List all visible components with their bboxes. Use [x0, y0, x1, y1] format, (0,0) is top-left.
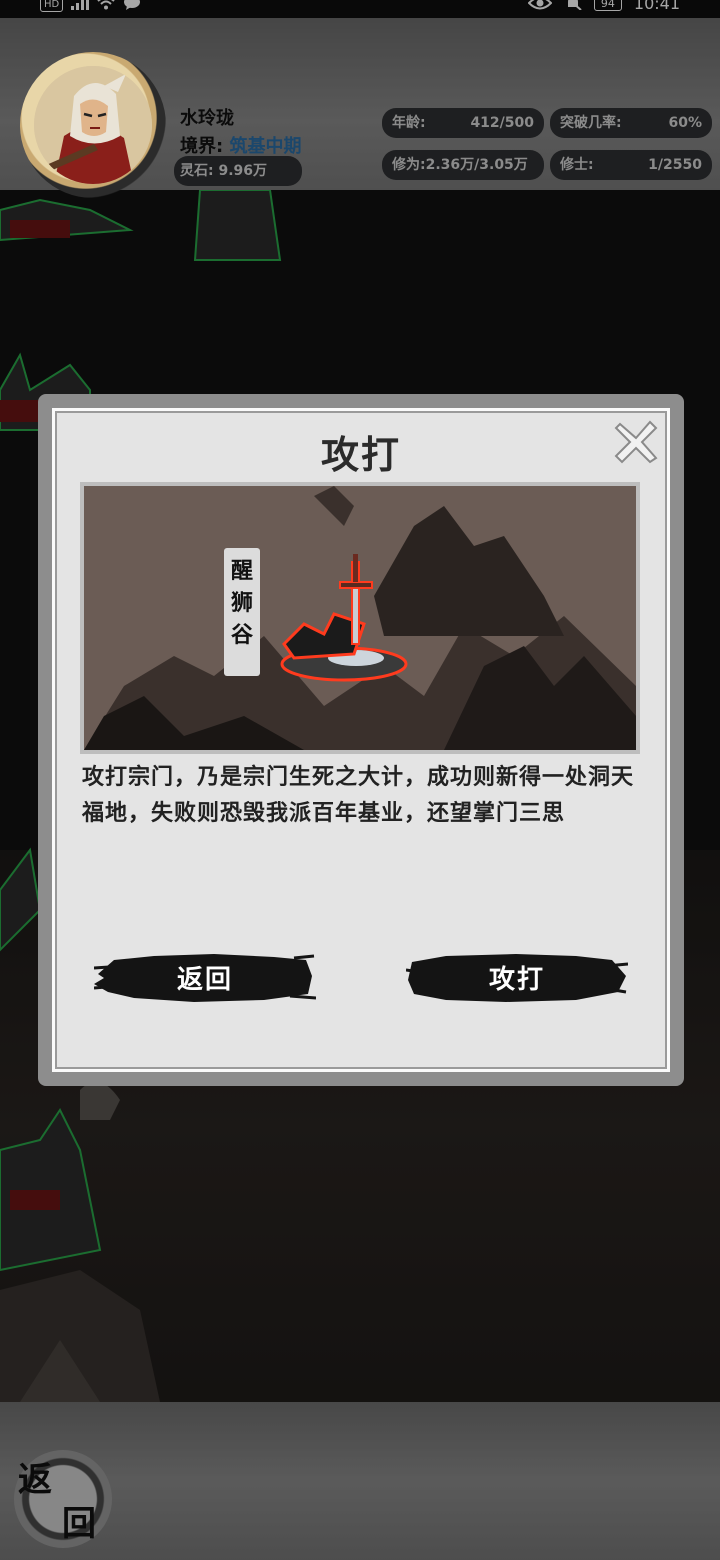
sect-scene-image: 醒狮谷 [80, 482, 640, 754]
location-banner: 醒狮谷 [224, 548, 260, 676]
back-button-label: 返回 [176, 964, 233, 995]
dialog-title: 攻打 [320, 433, 401, 477]
back-button[interactable]: 返回 [94, 948, 316, 1006]
avatar[interactable] [34, 66, 152, 184]
dialog-description: 攻打宗门，乃是宗门生死之大计，成功则新得一处洞天福地，失败则恐毁我派百年基业，还… [82, 765, 635, 826]
attack-dialog: 攻打 醒狮谷 攻打宗门，乃是宗门生死之大计，成功则新得一处洞天福地，失败则恐毁我… [38, 394, 684, 1086]
attack-button[interactable]: 攻打 [406, 948, 628, 1006]
close-button[interactable] [614, 420, 658, 464]
attack-button-label: 攻打 [488, 964, 545, 995]
screen: { "status_bar": { "hd_badge": "HD", "bat… [0, 0, 720, 1560]
close-icon [614, 420, 658, 464]
sword-altar-icon[interactable] [274, 554, 414, 694]
avatar-portrait [34, 66, 152, 184]
